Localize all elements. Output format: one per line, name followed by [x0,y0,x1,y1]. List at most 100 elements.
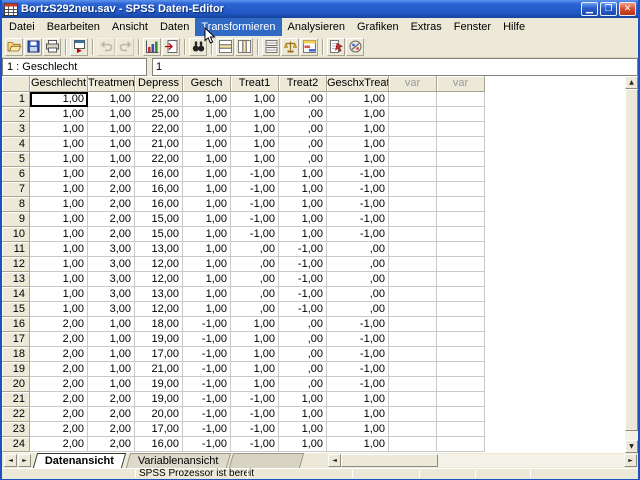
tab-datenansicht[interactable]: Datenansicht [32,453,127,468]
row-header-4[interactable]: 4 [2,137,30,152]
cell-r20-c3[interactable]: 19,00 [135,377,183,392]
cell-r12-c1[interactable]: 1,00 [30,257,88,272]
column-header-geschlecht[interactable]: Geschlecht [30,76,88,92]
menu-fenster[interactable]: Fenster [448,18,497,36]
cell-r8-c3[interactable]: 16,00 [135,197,183,212]
cell-r5-c7[interactable]: 1,00 [327,152,389,167]
cell-r13-c1[interactable]: 1,00 [30,272,88,287]
cell-r20-c1[interactable]: 2,00 [30,377,88,392]
cell-r4-c8[interactable] [389,137,437,152]
cell-r8-c4[interactable]: 1,00 [183,197,231,212]
save-file-button[interactable] [24,37,42,56]
cell-r10-c6[interactable]: 1,00 [279,227,327,242]
cell-r10-c8[interactable] [389,227,437,242]
cell-r6-c6[interactable]: 1,00 [279,167,327,182]
cell-r21-c2[interactable]: 2,00 [88,392,135,407]
menu-ansicht[interactable]: Ansicht [106,18,154,36]
cell-r1-c8[interactable] [389,92,437,107]
cell-r19-c1[interactable]: 2,00 [30,362,88,377]
tab-variablenansicht[interactable]: Variablenansicht [125,453,231,468]
cell-r24-c8[interactable] [389,437,437,452]
cell-r2-c2[interactable]: 1,00 [88,107,135,122]
cell-r16-c1[interactable]: 2,00 [30,317,88,332]
cell-r12-c4[interactable]: 1,00 [183,257,231,272]
cell-r23-c1[interactable]: 2,00 [30,422,88,437]
close-button[interactable]: ✕ [619,2,636,16]
row-header-3[interactable]: 3 [2,122,30,137]
row-header-23[interactable]: 23 [2,422,30,437]
row-header-22[interactable]: 22 [2,407,30,422]
row-header-24[interactable]: 24 [2,437,30,452]
cell-r19-c8[interactable] [389,362,437,377]
row-header-21[interactable]: 21 [2,392,30,407]
cell-r12-c6[interactable]: -1,00 [279,257,327,272]
cell-r24-c6[interactable]: 1,00 [279,437,327,452]
insert-variable-button[interactable] [235,37,253,56]
redo-button[interactable] [116,37,134,56]
cell-r3-c7[interactable]: 1,00 [327,122,389,137]
cell-r9-c3[interactable]: 15,00 [135,212,183,227]
cell-r15-c4[interactable]: 1,00 [183,302,231,317]
cell-r12-c7[interactable]: ,00 [327,257,389,272]
cell-r17-c2[interactable]: 1,00 [88,332,135,347]
cell-r14-c4[interactable]: 1,00 [183,287,231,302]
row-header-6[interactable]: 6 [2,167,30,182]
cell-r18-c9[interactable] [437,347,485,362]
cell-r22-c2[interactable]: 2,00 [88,407,135,422]
menu-daten[interactable]: Daten [154,18,195,36]
cell-r21-c5[interactable]: -1,00 [231,392,279,407]
cell-r23-c7[interactable]: 1,00 [327,422,389,437]
row-header-13[interactable]: 13 [2,272,30,287]
cell-r6-c7[interactable]: -1,00 [327,167,389,182]
menu-datei[interactable]: Datei [3,18,41,36]
cell-r8-c6[interactable]: 1,00 [279,197,327,212]
cell-r6-c4[interactable]: 1,00 [183,167,231,182]
cell-r21-c8[interactable] [389,392,437,407]
cell-r13-c9[interactable] [437,272,485,287]
cell-r7-c2[interactable]: 2,00 [88,182,135,197]
menu-analysieren[interactable]: Analysieren [282,18,351,36]
cell-r12-c2[interactable]: 3,00 [88,257,135,272]
cell-r11-c1[interactable]: 1,00 [30,242,88,257]
column-header-treatment[interactable]: Treatment [88,76,135,92]
use-sets-button[interactable] [346,37,364,56]
cell-r12-c8[interactable] [389,257,437,272]
cell-r13-c8[interactable] [389,272,437,287]
cell-r1-c2[interactable]: 1,00 [88,92,135,107]
cell-r11-c4[interactable]: 1,00 [183,242,231,257]
cell-r18-c7[interactable]: -1,00 [327,347,389,362]
cell-r16-c9[interactable] [437,317,485,332]
cell-r11-c2[interactable]: 3,00 [88,242,135,257]
column-header-geschxtreat1[interactable]: GeschxTreat1 [327,76,389,92]
cell-r8-c9[interactable] [437,197,485,212]
column-header-gesch[interactable]: Gesch [183,76,231,92]
cell-r20-c4[interactable]: -1,00 [183,377,231,392]
vertical-scrollbar[interactable]: ▲ ▼ [625,76,638,453]
cell-r11-c8[interactable] [389,242,437,257]
cell-r18-c5[interactable]: 1,00 [231,347,279,362]
cell-r5-c5[interactable]: 1,00 [231,152,279,167]
cell-r12-c3[interactable]: 12,00 [135,257,183,272]
cell-r7-c8[interactable] [389,182,437,197]
row-header-12[interactable]: 12 [2,257,30,272]
cell-r17-c8[interactable] [389,332,437,347]
cell-r23-c8[interactable] [389,422,437,437]
cell-r17-c3[interactable]: 19,00 [135,332,183,347]
cell-r7-c1[interactable]: 1,00 [30,182,88,197]
cell-r15-c9[interactable] [437,302,485,317]
cell-r7-c7[interactable]: -1,00 [327,182,389,197]
cell-r18-c8[interactable] [389,347,437,362]
cell-r15-c6[interactable]: -1,00 [279,302,327,317]
cell-r14-c1[interactable]: 1,00 [30,287,88,302]
scroll-down-button[interactable]: ▼ [625,440,638,453]
cell-r3-c6[interactable]: ,00 [279,122,327,137]
row-header-7[interactable]: 7 [2,182,30,197]
cell-r20-c8[interactable] [389,377,437,392]
select-cases-button[interactable] [327,37,345,56]
row-header-11[interactable]: 11 [2,242,30,257]
row-header-20[interactable]: 20 [2,377,30,392]
cell-r21-c9[interactable] [437,392,485,407]
cell-r9-c2[interactable]: 2,00 [88,212,135,227]
cell-r4-c1[interactable]: 1,00 [30,137,88,152]
cell-r1-c6[interactable]: ,00 [279,92,327,107]
